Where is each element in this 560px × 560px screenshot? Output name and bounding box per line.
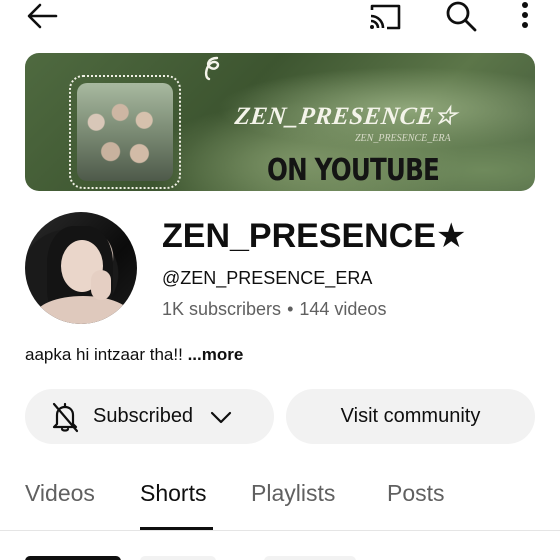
channel-description[interactable]: aapka hi intzaar tha!! ...more xyxy=(25,345,243,365)
filter-chip[interactable] xyxy=(140,556,216,560)
channel-banner: ZEN_PRESENCE☆ ZEN_PRESENCE_ERA ON YOUTUB… xyxy=(25,53,535,191)
channel-handle: @ZEN_PRESENCE_ERA xyxy=(162,268,373,288)
channel-tabs: Videos Shorts Playlists Posts xyxy=(0,474,560,532)
visit-community-label: Visit community xyxy=(340,405,481,427)
avatar-hand xyxy=(91,270,111,300)
banner-group-photo xyxy=(77,83,173,181)
tabs-divider xyxy=(0,530,560,531)
tab-playlists[interactable]: Playlists xyxy=(251,480,335,507)
more-vertical-icon[interactable] xyxy=(516,0,534,32)
banner-title: ZEN_PRESENCE☆ xyxy=(233,103,459,130)
cast-icon[interactable] xyxy=(367,2,403,32)
video-count: 144 videos xyxy=(299,299,387,319)
channel-avatar[interactable] xyxy=(25,212,137,324)
banner-subtitle: ZEN_PRESENCE_ERA xyxy=(355,133,451,144)
search-icon[interactable] xyxy=(444,0,478,32)
swirl-decoration-icon xyxy=(204,56,220,81)
subscribed-label: Subscribed xyxy=(93,405,194,427)
chevron-down-icon xyxy=(210,411,232,423)
stats-separator: • xyxy=(287,299,294,319)
filter-chip[interactable] xyxy=(25,556,121,560)
description-text: aapka hi intzaar tha!! xyxy=(25,345,183,364)
tab-posts[interactable]: Posts xyxy=(387,480,445,507)
channel-stats: 1K subscribers • 144 videos xyxy=(162,299,386,320)
subscribed-button[interactable]: Subscribed xyxy=(25,389,274,444)
banner-photo-frame xyxy=(69,75,181,189)
tab-videos[interactable]: Videos xyxy=(25,480,95,507)
channel-name: ZEN_PRESENCE★ xyxy=(162,217,467,255)
description-more-link[interactable]: ...more xyxy=(188,345,244,364)
back-arrow-icon[interactable] xyxy=(26,2,58,30)
filter-chips xyxy=(0,556,560,560)
visit-community-button[interactable]: Visit community xyxy=(286,389,535,444)
top-app-bar xyxy=(0,0,560,34)
subscriber-count: 1K subscribers xyxy=(162,299,282,319)
tab-shorts[interactable]: Shorts xyxy=(140,480,206,507)
banner-cta: ON YOUTUBE xyxy=(267,153,440,188)
bell-off-icon xyxy=(52,402,79,432)
filter-chip[interactable] xyxy=(264,556,356,560)
